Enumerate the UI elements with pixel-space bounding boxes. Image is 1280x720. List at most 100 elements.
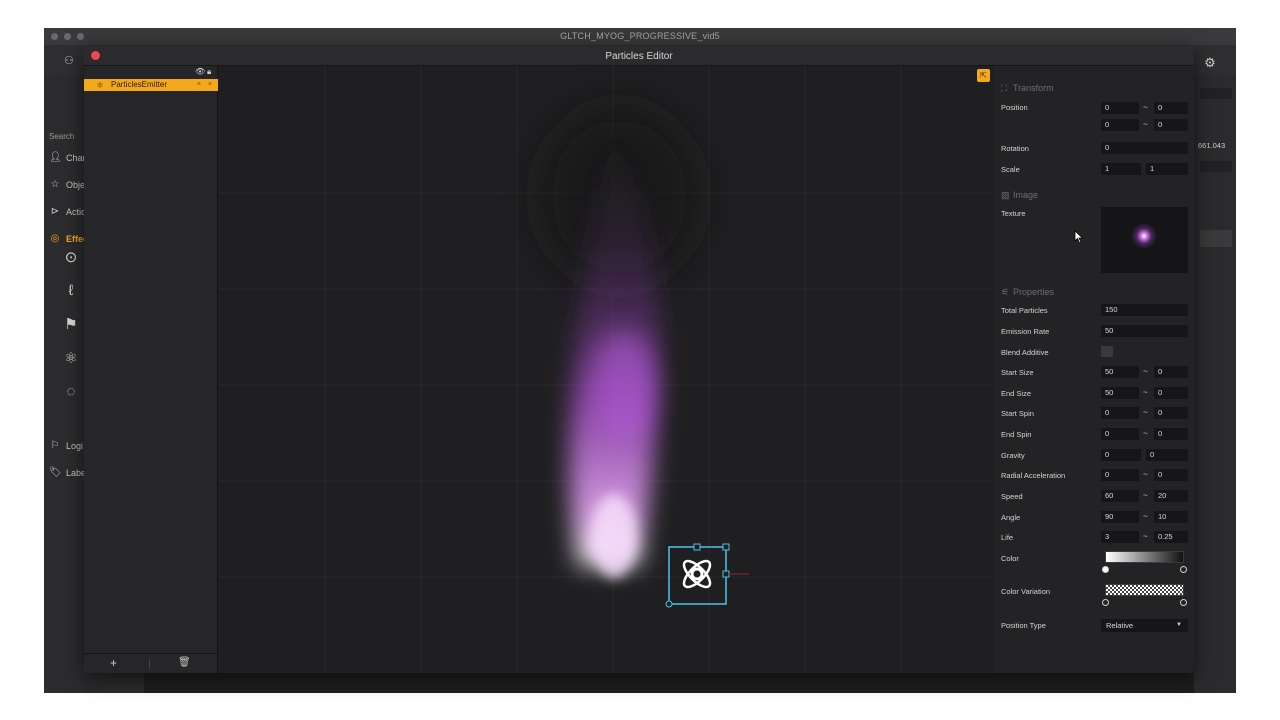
total-particles-field[interactable]: 150 bbox=[1101, 304, 1188, 316]
color-stop-handle-start[interactable] bbox=[1102, 566, 1109, 573]
rotation-label: Rotation bbox=[1001, 144, 1029, 153]
scene-graph-icon[interactable]: ⚇ bbox=[64, 54, 74, 67]
emission-rate-label: Emission Rate bbox=[1001, 327, 1050, 336]
start-spin-max-field[interactable]: 0 bbox=[1154, 407, 1188, 419]
angle-label: Angle bbox=[1001, 513, 1021, 522]
flag-icon[interactable]: ⚑ bbox=[60, 314, 82, 336]
eye-icon[interactable]: 👁︎ bbox=[195, 67, 205, 76]
sidebar-item-labels[interactable]: 🏷︎ Labe bbox=[44, 465, 86, 483]
range-tilde: ~ bbox=[1143, 532, 1148, 541]
lock-icon[interactable]: 🔒︎ bbox=[207, 67, 211, 77]
position-x-max-field[interactable]: 0 bbox=[1154, 102, 1188, 114]
hierarchy-header: 👁︎ 🔒︎ bbox=[84, 66, 218, 78]
particle-preview-canvas[interactable]: ⇱ bbox=[219, 66, 993, 673]
add-emitter-button[interactable]: + bbox=[110, 656, 117, 670]
scale-x-field[interactable]: 1 bbox=[1101, 163, 1141, 175]
total-particles-label: Total Particles bbox=[1001, 306, 1048, 315]
hierarchy-footer: + 🗑︎ bbox=[84, 653, 218, 673]
life-max-field[interactable]: 0.25 bbox=[1154, 531, 1188, 543]
start-size-max-field[interactable]: 0 bbox=[1154, 366, 1188, 378]
sidebar-item-logic[interactable]: ⚐ Logi bbox=[44, 438, 84, 456]
radial-max-field[interactable]: 0 bbox=[1154, 469, 1188, 481]
end-spin-max-field[interactable]: 0 bbox=[1154, 428, 1188, 440]
blend-additive-checkbox[interactable] bbox=[1101, 346, 1113, 357]
footer-divider bbox=[149, 659, 150, 669]
end-size-label: End Size bbox=[1001, 389, 1032, 398]
range-tilde: ~ bbox=[1143, 491, 1148, 500]
rotation-field[interactable]: 0 bbox=[1101, 142, 1188, 154]
radial-acceleration-label: Radial Acceleration bbox=[1001, 471, 1066, 480]
start-size-min-field[interactable]: 50 bbox=[1101, 366, 1139, 378]
life-min-field[interactable]: 3 bbox=[1101, 531, 1139, 543]
left-sidebar: Search 👤︎ Char ☆ Obje ⊳ Actio ◎ Effec ⊙ … bbox=[44, 75, 88, 693]
sidebar-item-objects[interactable]: ☆ Obje bbox=[44, 177, 86, 195]
range-tilde: ~ bbox=[1143, 429, 1148, 438]
properties-panel: ⛶ Transform Position 0 ~ 0 0 ~ 0 Rotation… bbox=[994, 66, 1194, 673]
gravity-x-field[interactable]: 0 bbox=[1101, 449, 1141, 461]
trash-icon[interactable]: 🗑︎ bbox=[178, 657, 191, 668]
speed-max-field[interactable]: 20 bbox=[1154, 490, 1188, 502]
ring-icon[interactable]: ◌ bbox=[60, 381, 82, 403]
sidebar-item-actions[interactable]: ⊳ Actio bbox=[44, 204, 86, 222]
particle-plume bbox=[539, 106, 699, 578]
speed-min-field[interactable]: 60 bbox=[1101, 490, 1139, 502]
angle-max-field[interactable]: 10 bbox=[1154, 511, 1188, 523]
hierarchy-item-particles-emitter[interactable]: ⚛ ParticlesEmitter × × bbox=[84, 79, 218, 91]
atom-icon[interactable]: ⚛ bbox=[60, 348, 82, 370]
hide-toggle-icon[interactable]: × bbox=[197, 81, 201, 88]
radial-min-field[interactable]: 0 bbox=[1101, 469, 1139, 481]
location-pin-icon[interactable]: ⊙ bbox=[60, 247, 82, 269]
background-timeline bbox=[144, 673, 1194, 693]
brush-icon[interactable]: ℓ bbox=[60, 280, 82, 302]
color-gradient-bar[interactable] bbox=[1105, 551, 1184, 563]
color-stop-handle-end[interactable] bbox=[1180, 566, 1187, 573]
end-size-max-field[interactable]: 0 bbox=[1154, 387, 1188, 399]
dialog-title: Particles Editor bbox=[605, 51, 673, 62]
sidebar-search-label[interactable]: Search bbox=[49, 132, 74, 141]
color-variation-handle-start[interactable] bbox=[1102, 599, 1109, 606]
gravity-y-field[interactable]: 0 bbox=[1146, 449, 1188, 461]
range-tilde: ~ bbox=[1143, 408, 1148, 417]
lock-toggle-icon[interactable]: × bbox=[208, 81, 212, 88]
gear-icon[interactable]: ⚙ bbox=[1200, 53, 1220, 73]
range-tilde: ~ bbox=[1143, 470, 1148, 479]
texture-label: Texture bbox=[1001, 209, 1026, 218]
mouse-cursor-icon bbox=[1074, 230, 1084, 244]
speed-label: Speed bbox=[1001, 492, 1023, 501]
emission-rate-field[interactable]: 50 bbox=[1101, 325, 1188, 337]
scale-y-field[interactable]: 1 bbox=[1146, 163, 1188, 175]
emitter-gizmo[interactable] bbox=[665, 543, 749, 608]
move-icon: ⛶ bbox=[1001, 83, 1008, 93]
life-label: Life bbox=[1001, 533, 1014, 542]
position-y-min-field[interactable]: 0 bbox=[1101, 119, 1139, 131]
reset-view-button[interactable]: ⇱ bbox=[977, 69, 990, 82]
color-variation-handle-end[interactable] bbox=[1180, 599, 1187, 606]
tag-icon: 🏷︎ bbox=[49, 467, 62, 478]
range-tilde: ~ bbox=[1143, 120, 1148, 129]
range-tilde: ~ bbox=[1143, 367, 1148, 376]
position-y-max-field[interactable]: 0 bbox=[1154, 119, 1188, 131]
effects-icon: ◎ bbox=[50, 233, 60, 244]
section-title: Image bbox=[1013, 190, 1039, 200]
position-x-min-field[interactable]: 0 bbox=[1101, 102, 1139, 114]
sidebar-item-characters[interactable]: 👤︎ Char bbox=[44, 150, 86, 168]
angle-min-field[interactable]: 90 bbox=[1101, 511, 1139, 523]
gravity-label: Gravity bbox=[1001, 451, 1025, 460]
position-type-select[interactable]: Relative ▼ bbox=[1101, 619, 1188, 632]
texture-preview[interactable] bbox=[1101, 207, 1188, 273]
sliders-icon: ⚟ bbox=[1001, 287, 1010, 297]
app-title: GLTCH_MYOG_PROGRESSIVE_vid5 bbox=[560, 31, 720, 41]
sidebar-item-label: Logi bbox=[66, 441, 84, 451]
canvas-svg bbox=[219, 66, 993, 673]
start-spin-min-field[interactable]: 0 bbox=[1101, 407, 1139, 419]
color-variation-bar[interactable] bbox=[1105, 584, 1184, 596]
transform-section-header: ⛶ Transform bbox=[1001, 83, 1054, 94]
start-size-label: Start Size bbox=[1001, 368, 1034, 377]
position-label: Position bbox=[1001, 103, 1028, 112]
image-section-header: ▨ Image bbox=[1001, 190, 1038, 201]
end-spin-min-field[interactable]: 0 bbox=[1101, 428, 1139, 440]
properties-section-header: ⚟ Properties bbox=[1001, 287, 1054, 298]
chevron-down-icon: ▼ bbox=[1176, 622, 1182, 628]
star-icon: ☆ bbox=[50, 179, 60, 190]
end-size-min-field[interactable]: 50 bbox=[1101, 387, 1139, 399]
